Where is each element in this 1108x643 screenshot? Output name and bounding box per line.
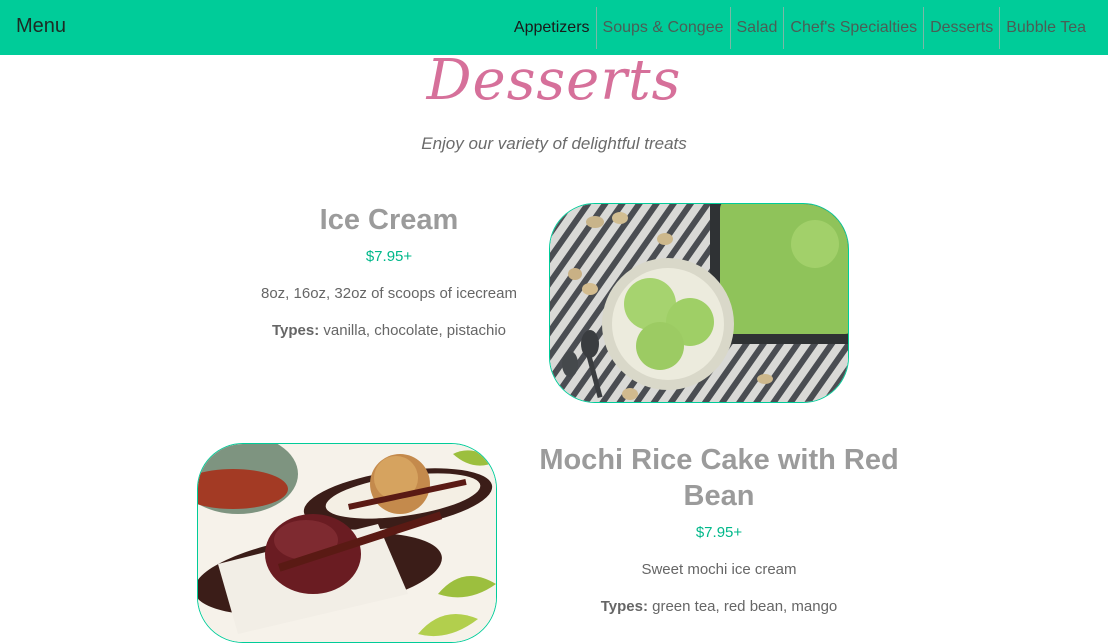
menu-item-mochi-text: Mochi Rice Cake with Red Bean $7.95+ Swe…: [500, 442, 938, 615]
item-types: Types: green tea, red bean, mango: [500, 598, 938, 615]
item-price: $7.95+: [695, 524, 743, 541]
item-types-value: vanilla, chocolate, pistachio: [323, 322, 506, 339]
mochi-photo: [197, 443, 497, 643]
ice-cream-photo: [549, 203, 849, 403]
item-name: Ice Cream: [319, 204, 459, 236]
item-types-label: Types:: [600, 598, 648, 615]
item-price: $7.95+: [365, 248, 413, 265]
item-description: 8oz, 16oz, 32oz of scoops of icecream: [261, 285, 517, 302]
item-description: Sweet mochi ice cream: [641, 561, 797, 578]
item-name: Mochi Rice Cake with Red Bean: [539, 444, 899, 512]
navbar-menu: Appetizers Soups & Congee Salad Chef's S…: [508, 6, 1092, 50]
item-types-value: green tea, red bean, mango: [652, 598, 838, 615]
nav-item-appetizers[interactable]: Appetizers: [508, 7, 596, 49]
top-navbar: Menu Appetizers Soups & Congee Salad Che…: [0, 0, 1108, 55]
menu-item-ice-cream-text: Ice Cream $7.95+ 8oz, 16oz, 32oz of scoo…: [230, 202, 548, 339]
nav-item-chefs-specialties[interactable]: Chef's Specialties: [783, 7, 923, 49]
nav-item-soups-congee[interactable]: Soups & Congee: [595, 7, 730, 49]
page-subtitle: Enjoy our variety of delightful treats: [421, 134, 687, 153]
item-types-label: Types:: [271, 322, 320, 339]
item-types: Types: vanilla, chocolate, pistachio: [230, 322, 548, 339]
nav-item-salad[interactable]: Salad: [729, 7, 784, 49]
navbar-brand[interactable]: Menu: [16, 15, 66, 38]
nav-item-desserts[interactable]: Desserts: [923, 7, 999, 49]
nav-item-bubble-tea[interactable]: Bubble Tea: [999, 7, 1092, 49]
page-title: Desserts: [426, 48, 682, 113]
